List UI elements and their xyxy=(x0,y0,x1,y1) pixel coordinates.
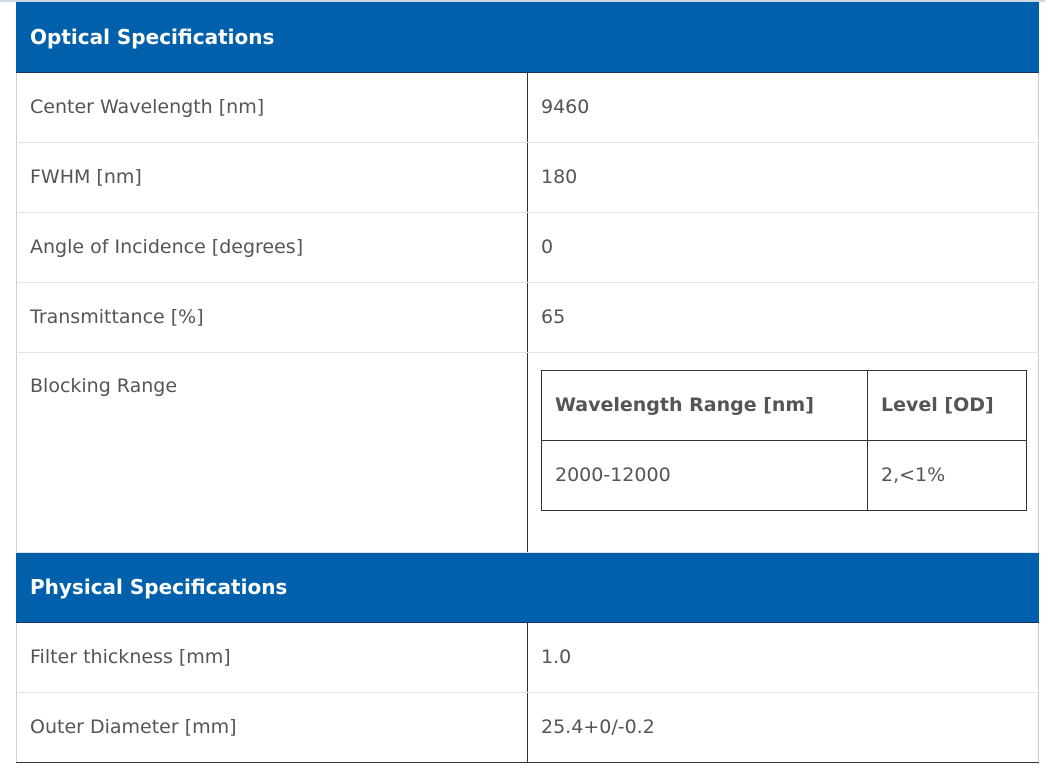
level-od-value: 2,<1% xyxy=(867,439,1027,511)
row-value: 65 xyxy=(527,282,1039,353)
table-row-outer-diameter: Outer Diameter [mm] 25.4+0/-0.2 xyxy=(16,692,1039,763)
row-label: Angle of Incidence [degrees] xyxy=(16,212,528,283)
row-value: 0 xyxy=(527,212,1039,283)
row-label: FWHM [nm] xyxy=(16,142,528,213)
optical-specifications-title: Optical Specifications xyxy=(16,2,1039,73)
blocking-range-header-row: Wavelength Range [nm] Level [OD] xyxy=(541,369,1027,441)
row-label: Transmittance [%] xyxy=(16,282,528,353)
row-value: 9460 xyxy=(527,72,1039,143)
row-value: 1.0 xyxy=(527,622,1039,693)
blocking-range-data-row: 2000-12000 2,<1% xyxy=(541,439,1027,511)
row-label: Blocking Range xyxy=(16,352,528,553)
level-od-header: Level [OD] xyxy=(867,369,1027,441)
wavelength-range-value: 2000-12000 xyxy=(541,439,868,511)
physical-specifications-header: Physical Specifications xyxy=(16,552,1039,623)
specifications-table: Optical Specifications Center Wavelength… xyxy=(16,2,1039,763)
wavelength-range-header: Wavelength Range [nm] xyxy=(541,369,868,441)
row-value: 180 xyxy=(527,142,1039,213)
table-row-angle-of-incidence: Angle of Incidence [degrees] 0 xyxy=(16,212,1039,283)
optical-specifications-header: Optical Specifications xyxy=(16,2,1039,73)
row-label: Center Wavelength [nm] xyxy=(16,72,528,143)
blocking-range-cell: Wavelength Range [nm] Level [OD] 2000-12… xyxy=(527,352,1039,553)
row-value: 25.4+0/-0.2 xyxy=(527,692,1039,763)
table-row-fwhm: FWHM [nm] 180 xyxy=(16,142,1039,213)
table-row-blocking-range: Blocking Range Wavelength Range [nm] Lev… xyxy=(16,352,1039,553)
table-row-transmittance: Transmittance [%] 65 xyxy=(16,282,1039,353)
table-row-center-wavelength: Center Wavelength [nm] 9460 xyxy=(16,72,1039,143)
row-label: Filter thickness [mm] xyxy=(16,622,528,693)
blocking-range-table: Wavelength Range [nm] Level [OD] 2000-12… xyxy=(541,369,1027,511)
row-label: Outer Diameter [mm] xyxy=(16,692,528,763)
physical-specifications-title: Physical Specifications xyxy=(16,552,1039,623)
table-row-filter-thickness: Filter thickness [mm] 1.0 xyxy=(16,622,1039,693)
